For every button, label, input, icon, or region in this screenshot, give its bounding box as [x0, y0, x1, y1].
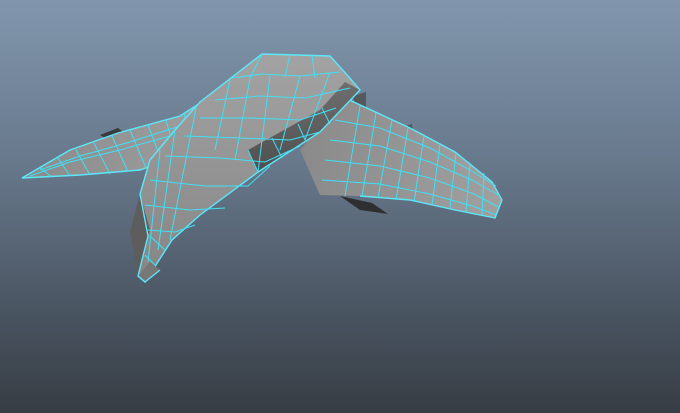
3d-viewport[interactable]	[0, 0, 680, 413]
spaceship-model[interactable]	[0, 0, 680, 413]
